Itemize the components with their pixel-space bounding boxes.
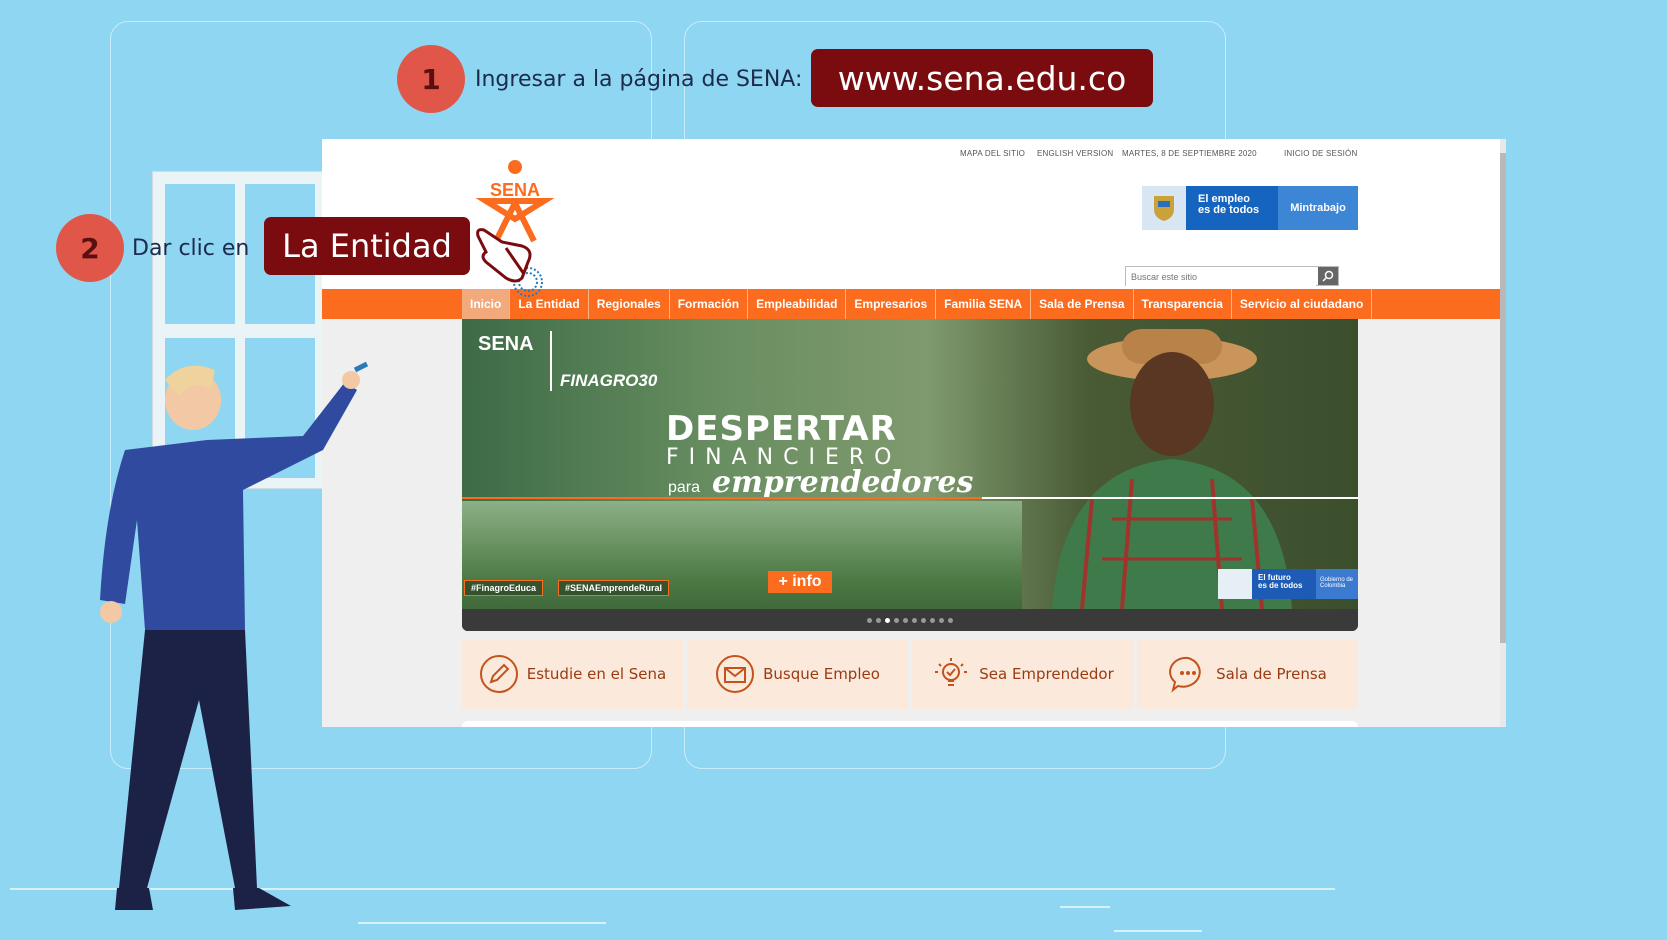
url-highlight[interactable]: www.sena.edu.co	[811, 49, 1153, 107]
mintrabajo-brand: Mintrabajo	[1278, 186, 1358, 230]
svg-text:SENA: SENA	[490, 180, 540, 200]
colombia-shield-icon	[1142, 186, 1186, 230]
card-label: Estudie en el Sena	[526, 665, 667, 683]
slide-dot[interactable]	[930, 617, 935, 623]
content-strip	[462, 721, 1358, 727]
slide-dot[interactable]	[867, 617, 872, 623]
step-1-circle: 1	[397, 45, 465, 113]
floor-line-short	[1060, 906, 1110, 908]
banner-sena-logo: SENA	[478, 333, 534, 355]
hashtag-sena-emprende: #SENAEmprendeRural	[558, 580, 670, 596]
finagro-logo: FINAGRO30	[560, 371, 658, 390]
step-1-text: Ingresar a la página de SENA:	[475, 67, 803, 92]
date-text: MARTES, 8 DE SEPTIEMBRE 2020	[1122, 149, 1257, 158]
gov-badge: El futuro es de todos Gobierno de Colombi…	[1218, 569, 1358, 599]
slide-dot[interactable]	[912, 617, 917, 623]
quick-links: Estudie en el Sena Busque Empleo Sea Emp…	[462, 639, 1358, 709]
card-sea-emprendedor[interactable]: Sea Emprendedor	[912, 639, 1133, 709]
nav-transparencia[interactable]: Transparencia	[1134, 289, 1232, 319]
banner-headline-3a: para	[668, 479, 701, 496]
hero-banner[interactable]: SENA FINAGRO30 DESPERTAR FINANCIERO para…	[462, 319, 1358, 631]
step-2-circle: 2	[56, 214, 124, 282]
slide-dot[interactable]	[876, 617, 881, 623]
slide-dot[interactable]	[921, 617, 926, 623]
nav-empleabilidad[interactable]: Empleabilidad	[748, 289, 847, 319]
site-map-link[interactable]: MAPA DEL SITIO	[960, 149, 1025, 158]
nav-familia-sena[interactable]: Familia SENA	[936, 289, 1032, 319]
mintrabajo-slogan: El empleo es de todos	[1186, 186, 1278, 230]
card-label: Sala de Prensa	[1216, 665, 1327, 683]
banner-orange-line	[462, 497, 982, 499]
english-version-link[interactable]: ENGLISH VERSION	[1037, 149, 1113, 158]
banner-headline-1: DESPERTAR	[666, 409, 897, 449]
nav-empresarios[interactable]: Empresarios	[846, 289, 937, 319]
slide-dot[interactable]	[885, 617, 890, 623]
nav-sala-de-prensa[interactable]: Sala de Prensa	[1031, 289, 1134, 319]
slide-dot[interactable]	[948, 617, 953, 623]
floor-line-short	[358, 922, 606, 924]
gov-shield-icon	[1218, 569, 1252, 599]
la-entidad-highlight[interactable]: La Entidad	[264, 217, 470, 275]
floor-line-short	[1114, 930, 1202, 932]
slide-dot[interactable]	[939, 617, 944, 623]
info-button[interactable]: + info	[768, 571, 832, 593]
banner-headline-3b: emprendedores	[712, 465, 974, 500]
chat-bubble-icon	[1169, 656, 1201, 693]
teacher-illustration	[100, 361, 369, 910]
slide-dot[interactable]	[894, 617, 899, 623]
farmer-photo	[1052, 329, 1292, 609]
pencil-icon	[479, 655, 518, 693]
hashtag-finagro: #FinagroEduca	[464, 580, 544, 596]
step-2-text: Dar clic en	[132, 236, 250, 261]
scrollbar[interactable]	[1500, 139, 1506, 727]
card-label: Sea Emprendedor	[979, 665, 1114, 683]
slide-indicators[interactable]	[462, 609, 1358, 631]
card-sala-de-prensa[interactable]: Sala de Prensa	[1137, 639, 1358, 709]
card-estudie[interactable]: Estudie en el Sena	[462, 639, 683, 709]
login-link[interactable]: INICIO DE SESIÓN	[1284, 149, 1357, 158]
nav-formacion[interactable]: Formación	[670, 289, 749, 319]
envelope-icon	[716, 655, 755, 693]
slide-dot[interactable]	[903, 617, 908, 623]
pointing-hand-icon	[476, 228, 543, 297]
search-icon	[1322, 270, 1334, 282]
search-button[interactable]	[1318, 267, 1338, 285]
nav-servicio-ciudadano[interactable]: Servicio al ciudadano	[1232, 289, 1373, 319]
search-input[interactable]	[1126, 268, 1316, 286]
brand-separator	[550, 331, 552, 391]
card-busque-empleo[interactable]: Busque Empleo	[687, 639, 908, 709]
mintrabajo-badge[interactable]: El empleo es de todos Mintrabajo	[1142, 186, 1358, 230]
lightbulb-icon	[935, 658, 968, 686]
nav-regionales[interactable]: Regionales	[589, 289, 670, 319]
search-box	[1125, 266, 1339, 286]
card-label: Busque Empleo	[763, 665, 880, 683]
banner-white-line	[982, 497, 1358, 499]
